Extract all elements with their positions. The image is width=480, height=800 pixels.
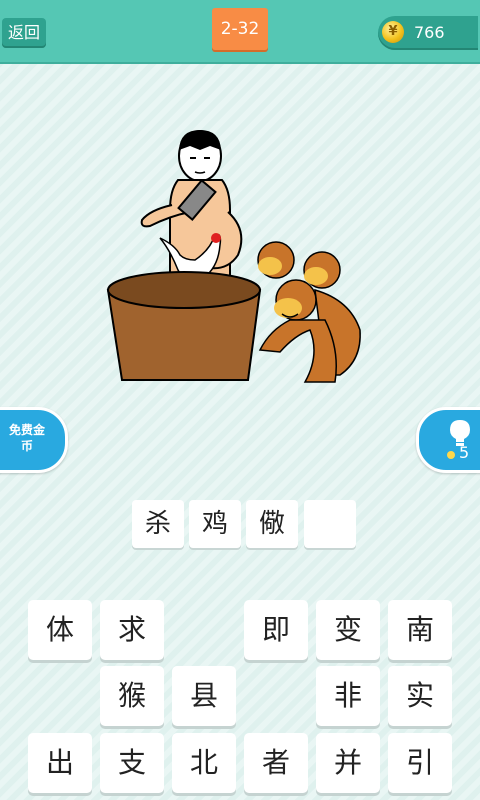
level-badge: 2-32 (212, 8, 268, 50)
letter-key[interactable]: 变 (316, 600, 380, 660)
answer-slot-4[interactable] (304, 500, 356, 548)
answer-slot-2[interactable]: 鸡 (189, 500, 241, 548)
letter-key[interactable]: 求 (100, 600, 164, 660)
man-figure (140, 130, 243, 281)
monkeys (257, 241, 361, 383)
letter-key[interactable]: 北 (172, 733, 236, 793)
coin-count: 766 (414, 23, 445, 42)
answer-slot-1[interactable]: 杀 (132, 500, 184, 548)
letter-key[interactable]: 支 (100, 733, 164, 793)
letter-key[interactable]: 并 (316, 733, 380, 793)
letter-key[interactable]: 县 (172, 666, 236, 726)
letter-key[interactable]: 引 (388, 733, 452, 793)
coin-balance[interactable]: ¥ 766 (378, 16, 478, 50)
top-bar: 返回 2-32 ¥ 766 (0, 0, 480, 62)
answer-slot-3[interactable]: 儆 (246, 500, 298, 548)
puzzle-illustration (106, 130, 361, 383)
letter-key[interactable]: 者 (244, 733, 308, 793)
letter-key[interactable]: 实 (388, 666, 452, 726)
hint-count: 5 (459, 443, 470, 462)
letter-key[interactable]: 出 (28, 733, 92, 793)
back-button[interactable]: 返回 (2, 18, 46, 48)
coin-icon: ¥ (382, 21, 404, 43)
stump (106, 271, 262, 381)
letter-key[interactable]: 体 (28, 600, 92, 660)
hint-button[interactable]: 5 (416, 407, 480, 473)
free-coins-label: 免费金币 (8, 423, 45, 453)
letter-key[interactable]: 即 (244, 600, 308, 660)
letter-key[interactable]: 南 (388, 600, 452, 660)
coin-dot-icon (447, 451, 455, 459)
free-coins-button[interactable]: 免费金币 (0, 407, 68, 473)
letter-key[interactable]: 猴 (100, 666, 164, 726)
letter-key[interactable]: 非 (316, 666, 380, 726)
